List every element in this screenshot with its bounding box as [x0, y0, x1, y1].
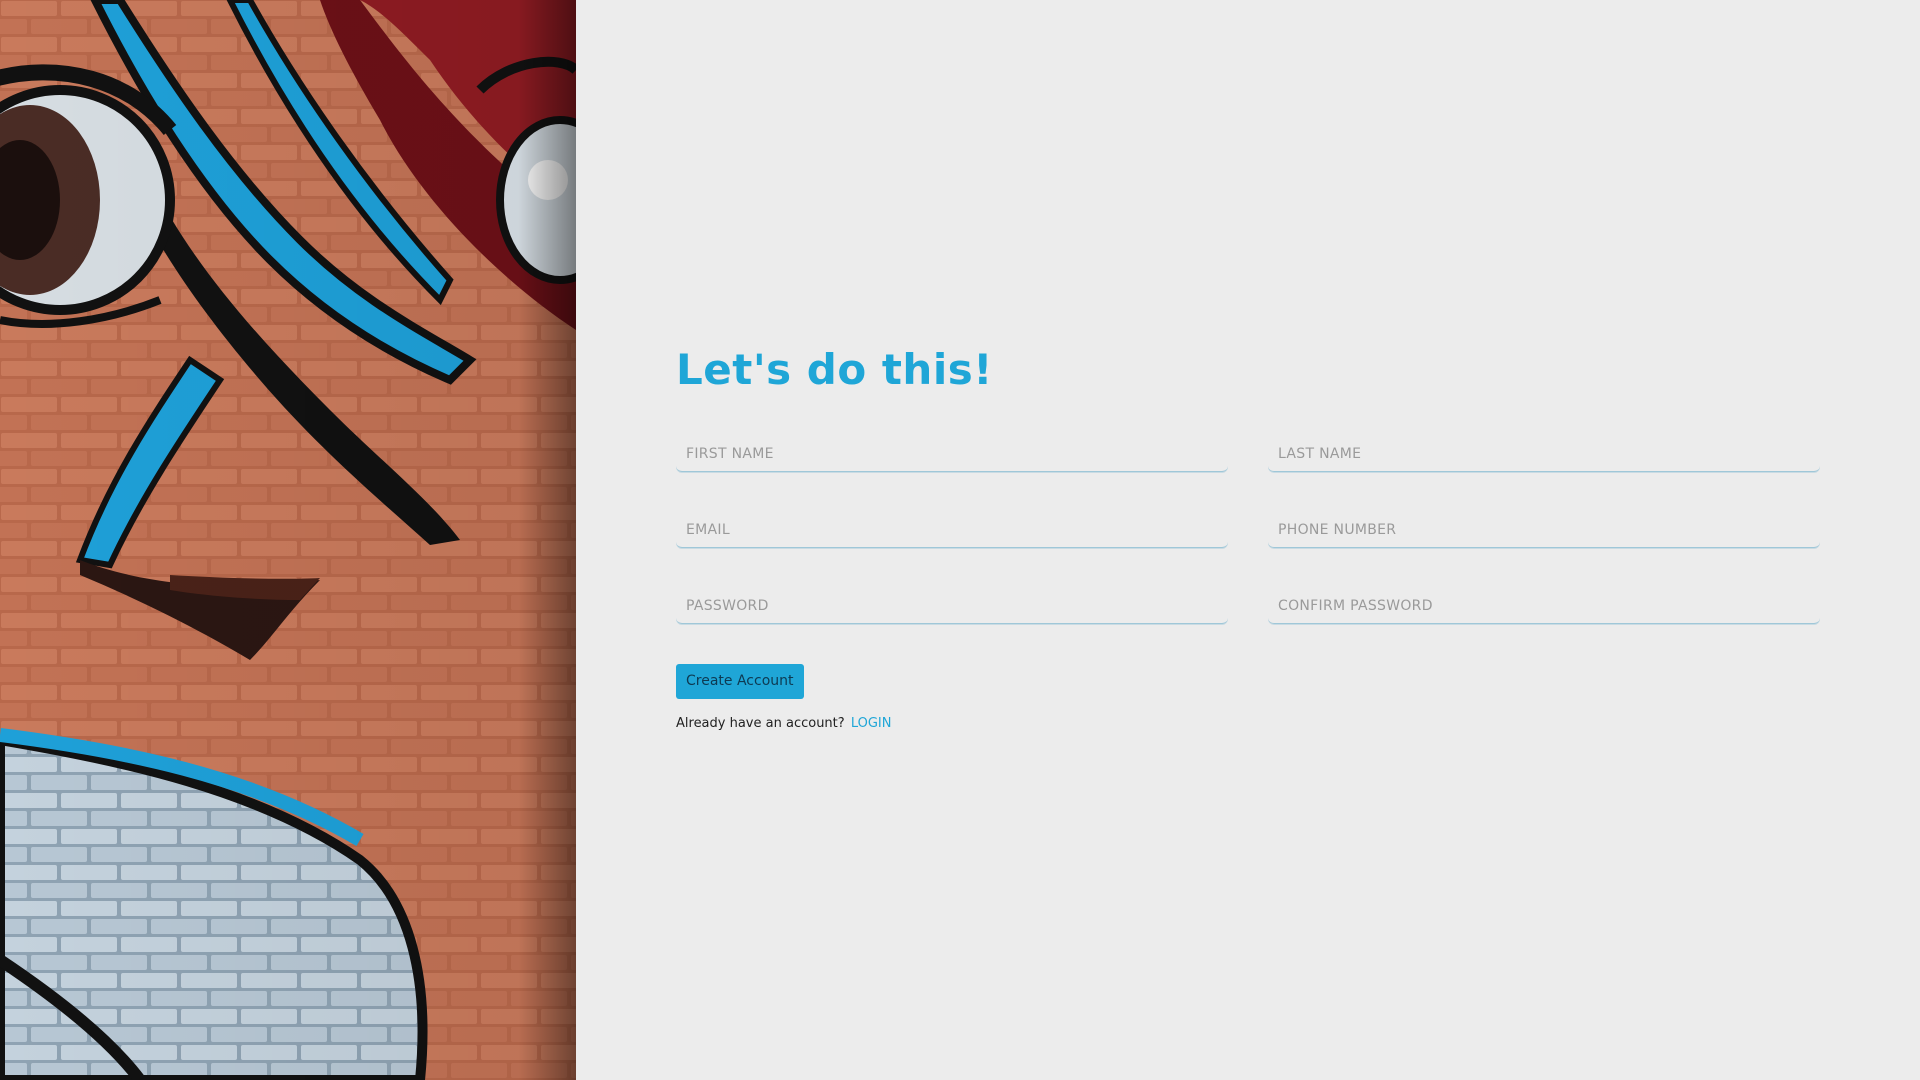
first-name-field-wrapper — [676, 422, 1228, 472]
last-name-field-wrapper — [1268, 422, 1820, 472]
signup-form: Let's do this! Create Ac — [676, 340, 1820, 731]
email-input[interactable] — [676, 498, 1228, 548]
phone-number-input[interactable] — [1268, 498, 1820, 548]
last-name-input[interactable] — [1268, 422, 1820, 472]
password-field-wrapper — [676, 574, 1228, 624]
password-input[interactable] — [676, 574, 1228, 624]
password-row — [676, 574, 1820, 624]
signup-panel: Let's do this! Create Ac — [576, 0, 1920, 1080]
hero-artwork — [0, 0, 576, 1080]
login-prompt-text: Already have an account? — [676, 716, 845, 731]
page-title: Let's do this! — [676, 345, 993, 394]
first-name-input[interactable] — [676, 422, 1228, 472]
confirm-password-field-wrapper — [1268, 574, 1820, 624]
login-link[interactable]: LOGIN — [851, 716, 892, 731]
name-row — [676, 422, 1820, 472]
graffiti-artwork-image — [0, 0, 576, 1080]
confirm-password-input[interactable] — [1268, 574, 1820, 624]
phone-field-wrapper — [1268, 498, 1820, 548]
email-field-wrapper — [676, 498, 1228, 548]
contact-row — [676, 498, 1820, 548]
login-prompt: Already have an account? LOGIN — [676, 716, 1820, 731]
create-account-button[interactable]: Create Account — [676, 664, 804, 699]
